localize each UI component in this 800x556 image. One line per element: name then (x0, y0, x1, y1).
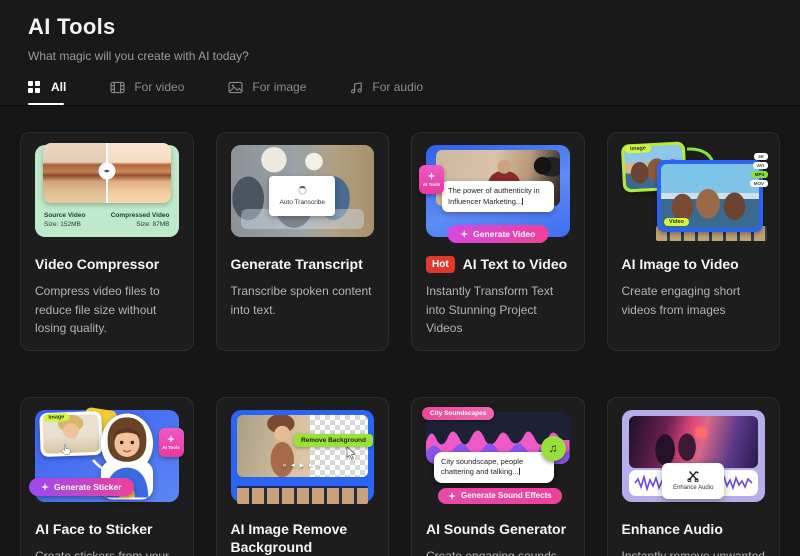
tab-for-image-label: For image (252, 80, 306, 94)
sparkle-icon (428, 172, 436, 180)
compressed-video-preview (107, 143, 171, 203)
sound-prompt-text: City soundscape, people chattering and t… (434, 452, 554, 483)
image-label: Image (624, 144, 650, 153)
result-video-card: Video 4K AVI MP4 MOV (657, 160, 763, 232)
tab-for-video-label: For video (134, 80, 184, 94)
video-compressor-thumbnail: ◂▸ Source VideoSize: 152MB Compressed Vi… (35, 145, 179, 237)
cursor-icon (346, 446, 356, 465)
hand-cursor-icon (61, 442, 72, 460)
card-description: Instantly Transform Text into Stunning P… (426, 282, 570, 338)
prompt-text: The power of authenticity in Influencer … (442, 181, 554, 212)
enhance-audio-thumbnail: Enhance Audio (622, 410, 766, 502)
auto-transcribe-label: Auto Transcribe (279, 199, 325, 206)
card-video-compressor[interactable]: ◂▸ Source VideoSize: 152MB Compressed Vi… (20, 132, 194, 351)
image-label: Image (43, 413, 69, 422)
sounds-generator-thumbnail: City Soundscapes ♫ City soundscape, peop… (426, 410, 570, 502)
image-to-video-thumbnail: Image Video 4K AVI MP4 MOV (622, 145, 766, 237)
card-title: AI Face to Sticker (35, 520, 179, 538)
frames-filmstrip (237, 486, 369, 504)
sparkle-icon (167, 435, 175, 443)
soundscape-tag: City Soundscapes (422, 407, 494, 420)
card-title: Generate Transcript (231, 255, 375, 273)
source-video-label: Source Video (44, 211, 85, 221)
page-title: AI Tools (28, 14, 772, 40)
compare-handle-icon: ◂▸ (98, 163, 115, 180)
music-note-icon (350, 81, 363, 94)
generate-transcript-thumbnail: Auto Transcribe (231, 145, 375, 237)
face-to-sticker-thumbnail: Image (35, 410, 179, 502)
card-enhance-audio[interactable]: Enhance Audio Enhance Audio Instantly re… (607, 397, 781, 556)
text-caret (519, 468, 520, 475)
card-ai-sounds-generator[interactable]: City Soundscapes ♫ City soundscape, peop… (411, 397, 585, 556)
compressed-video-label: Compressed Video (111, 211, 170, 221)
card-title: Enhance Audio (622, 520, 766, 538)
enhance-audio-label: Enhance Audio (673, 485, 713, 491)
card-ai-image-to-video[interactable]: Image Video 4K AVI MP4 MOV (607, 132, 781, 351)
studio-photo (629, 416, 759, 468)
tab-all[interactable]: All (28, 80, 66, 105)
card-ai-text-to-video[interactable]: AI Tools The power of authenticity in In… (411, 132, 585, 351)
card-description: Instantly remove unwanted background noi… (622, 547, 766, 556)
music-note-icon: ♫ (541, 436, 566, 461)
remove-background-button[interactable]: Remove Background (294, 434, 373, 447)
card-title: AI Text to Video (463, 255, 568, 273)
page-header: AI Tools What magic will you create with… (0, 0, 800, 106)
card-title: AI Image Remove Background (231, 520, 375, 556)
card-generate-transcript[interactable]: Auto Transcribe Generate Transcript Tran… (216, 132, 390, 351)
compressed-video-size: Size: 87MB (111, 220, 170, 230)
tab-for-image[interactable]: For image (228, 80, 306, 105)
source-video-preview (43, 143, 107, 203)
spinner-icon (298, 186, 307, 195)
card-ai-face-to-sticker[interactable]: Image (20, 397, 194, 556)
card-description: Create engaging short videos from images (622, 282, 766, 319)
card-title: Video Compressor (35, 255, 179, 273)
card-title: AI Image to Video (622, 255, 766, 273)
ai-tools-badge: AI Tools (159, 428, 184, 457)
card-description: Create engaging sounds from text (426, 547, 570, 556)
text-caret (522, 198, 523, 205)
scissors-icon (687, 470, 699, 482)
generate-sticker-button[interactable]: Generate Sticker (29, 478, 134, 496)
text-to-video-thumbnail: AI Tools The power of authenticity in In… (426, 145, 570, 237)
page-subtitle: What magic will you create with AI today… (28, 49, 772, 63)
image-icon (228, 81, 243, 94)
generate-sound-effects-button[interactable]: Generate Sound Effects (438, 488, 562, 504)
tab-for-audio[interactable]: For audio (350, 80, 423, 105)
video-label: Video (664, 218, 689, 226)
sparkle-icon (448, 492, 456, 500)
film-icon (110, 81, 125, 94)
hot-badge: Hot (426, 256, 455, 273)
format-chips: 4K AVI MP4 MOV (750, 153, 768, 187)
card-title: AI Sounds Generator (426, 520, 570, 538)
ai-tools-badge: AI Tools (419, 165, 444, 194)
grid-icon (28, 81, 33, 86)
source-video-size: Size: 152MB (44, 220, 85, 230)
tab-all-label: All (51, 80, 66, 94)
card-description: Compress video files to reduce file size… (35, 282, 179, 338)
tools-grid: ◂▸ Source VideoSize: 152MB Compressed Vi… (0, 106, 800, 556)
tab-for-audio-label: For audio (372, 80, 423, 94)
tab-for-video[interactable]: For video (110, 80, 184, 105)
filter-tabs: All For video For image (28, 80, 772, 105)
card-description: Transcribe spoken content into text. (231, 282, 375, 319)
auto-transcribe-overlay: Auto Transcribe (269, 176, 335, 216)
card-ai-image-remove-background[interactable]: Remove Background « ◄ ▶ ► » AI Image Rem… (216, 397, 390, 556)
sparkle-icon (460, 230, 468, 238)
card-description: Create stickers from your face (35, 547, 179, 556)
sparkle-icon (41, 483, 49, 491)
generate-video-button[interactable]: Generate Video (447, 225, 548, 243)
enhance-audio-overlay: Enhance Audio (662, 463, 724, 499)
remove-background-thumbnail: Remove Background « ◄ ▶ ► » (231, 410, 375, 502)
